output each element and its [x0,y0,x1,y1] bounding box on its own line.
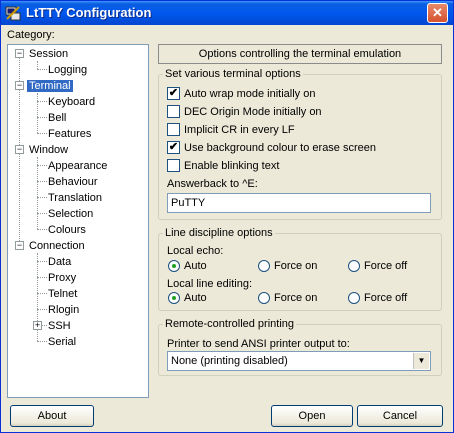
tree-item-bell[interactable]: Bell [48,111,66,125]
printing-title: Remote-controlled printing [163,318,297,330]
tree-item-appearance[interactable]: Appearance [48,159,107,173]
tree-item-session[interactable]: Session [29,47,68,61]
tree-item-proxy[interactable]: Proxy [48,271,76,285]
collapse-window-icon[interactable]: − [15,145,24,154]
implicit-cr-label: Implicit CR in every LF [184,124,295,136]
category-tree[interactable]: − Session Logging − Terminal Keyboard Be… [7,44,149,398]
expand-ssh-icon[interactable]: + [33,321,42,330]
collapse-session-icon[interactable]: − [15,49,24,58]
printer-select[interactable]: None (printing disabled) ▼ [167,351,431,371]
tree-item-colours[interactable]: Colours [48,223,86,237]
tree-connector [37,213,47,214]
tree-connector [37,277,47,278]
about-button[interactable]: About [10,405,94,427]
implicit-cr-checkbox[interactable] [167,123,180,136]
local-editing-force-off-radio[interactable] [348,292,360,304]
answerback-input[interactable]: PuTTY [167,193,431,213]
answerback-label: Answerback to ^E: [167,178,258,190]
tree-connector [37,117,47,118]
dropdown-arrow-icon[interactable]: ▼ [413,353,429,369]
local-editing-auto-radio[interactable] [168,292,180,304]
tree-connector [37,165,47,166]
local-editing-auto-label: Auto [184,292,207,304]
tree-item-serial[interactable]: Serial [48,335,76,349]
tree-connector [37,229,47,230]
local-editing-label: Local line editing: [167,278,253,290]
tree-item-rlogin[interactable]: Rlogin [48,303,79,317]
terminal-options-title: Set various terminal options [163,68,303,80]
tree-item-logging[interactable]: Logging [48,63,87,77]
open-button[interactable]: Open [271,405,353,427]
tree-item-selection[interactable]: Selection [48,207,93,221]
local-echo-auto-radio[interactable] [168,260,180,272]
tree-item-data[interactable]: Data [48,255,71,269]
local-echo-force-on-label: Force on [274,260,318,272]
tree-item-behaviour[interactable]: Behaviour [48,175,98,189]
local-echo-label: Local echo: [167,245,224,257]
local-editing-force-on-label: Force on [274,292,318,304]
tree-item-keyboard[interactable]: Keyboard [48,95,95,109]
dec-origin-label: DEC Origin Mode initially on [184,106,322,118]
local-echo-force-off-radio[interactable] [348,260,360,272]
tree-item-ssh[interactable]: SSH [48,319,71,333]
tree-item-window[interactable]: Window [29,143,68,157]
window-title: LtTTY Configuration [26,5,152,20]
blinking-checkbox[interactable] [167,159,180,172]
tree-connector [37,101,47,102]
cancel-button[interactable]: Cancel [357,405,443,427]
collapse-terminal-icon[interactable]: − [15,81,24,90]
category-label: Category: [7,29,55,41]
local-echo-auto-label: Auto [184,260,207,272]
local-editing-force-off-label: Force off [364,292,408,304]
tree-item-features[interactable]: Features [48,127,91,141]
check-icon: ✔ [168,87,179,99]
collapse-connection-icon[interactable]: − [15,241,24,250]
panel-header: Options controlling the terminal emulati… [158,44,442,64]
tree-connector [37,157,38,229]
local-echo-force-off-label: Force off [364,260,408,272]
dec-origin-checkbox[interactable] [167,105,180,118]
close-button[interactable]: ✕ [427,3,448,23]
auto-wrap-checkbox[interactable]: ✔ [167,87,180,100]
tree-connector [37,293,47,294]
local-echo-force-on-radio[interactable] [258,260,270,272]
line-discipline-title: Line discipline options [163,227,275,239]
tree-connector [37,61,38,69]
tree-connector [42,325,47,326]
configuration-window: LtTTY Configuration ✕ Category: − Sessio… [0,0,454,433]
app-icon [5,6,21,21]
tree-connector [37,309,47,310]
tree-connector [37,133,47,134]
tree-item-telnet[interactable]: Telnet [48,287,77,301]
tree-connector [37,69,47,70]
bg-colour-label: Use background colour to erase screen [184,142,376,154]
title-bar[interactable]: LtTTY Configuration ✕ [1,1,453,25]
tree-item-terminal[interactable]: Terminal [27,79,73,93]
tree-connector [37,197,47,198]
tree-item-translation[interactable]: Translation [48,191,102,205]
tree-item-connection[interactable]: Connection [29,239,85,253]
tree-connector [37,261,47,262]
auto-wrap-label: Auto wrap mode initially on [184,88,316,100]
tree-connector [37,181,47,182]
tree-connector [37,93,38,133]
check-icon: ✔ [168,141,179,153]
close-icon: ✕ [432,5,443,20]
blinking-label: Enable blinking text [184,160,280,172]
printer-select-value: None (printing disabled) [171,355,288,367]
local-editing-force-on-radio[interactable] [258,292,270,304]
bg-colour-checkbox[interactable]: ✔ [167,141,180,154]
printer-label: Printer to send ANSI printer output to: [167,338,350,350]
tree-connector [37,341,47,342]
